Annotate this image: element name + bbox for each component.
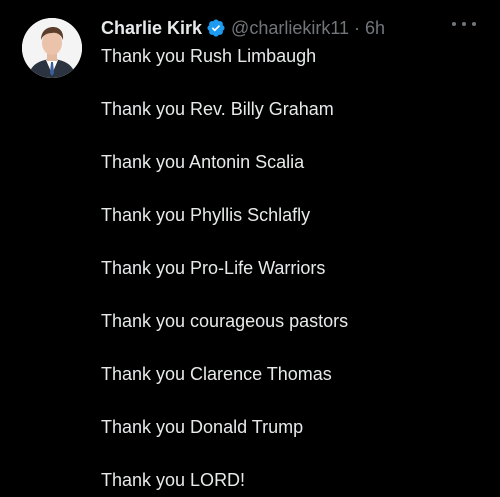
tweet[interactable]: Charlie Kirk @charliekirk11 · 6h Thank y… xyxy=(0,0,500,497)
more-dot xyxy=(462,22,466,26)
separator-dot: · xyxy=(354,17,361,38)
tweet-header: Charlie Kirk @charliekirk11 · 6h xyxy=(101,16,385,40)
tweet-line: Thank you Antonin Scalia xyxy=(101,152,305,172)
tweet-line: Thank you Pro-Life Warriors xyxy=(101,258,326,278)
timestamp[interactable]: 6h xyxy=(365,18,385,39)
more-dot xyxy=(472,22,476,26)
tweet-line: Thank you courageous pastors xyxy=(101,311,349,331)
tweet-line: Thank you Rev. Billy Graham xyxy=(101,99,334,119)
more-dot xyxy=(452,22,456,26)
more-options-icon[interactable] xyxy=(452,14,476,34)
tweet-line: Thank you Phyllis Schlafly xyxy=(101,205,311,225)
avatar-image xyxy=(22,18,82,78)
tweet-line: Thank you Donald Trump xyxy=(101,417,304,437)
tweet-line: Thank you Rush Limbaugh xyxy=(101,46,317,66)
avatar[interactable] xyxy=(22,18,82,78)
tweet-line: Thank you Clarence Thomas xyxy=(101,364,332,384)
handle[interactable]: @charliekirk11 xyxy=(231,18,349,39)
display-name[interactable]: Charlie Kirk xyxy=(101,18,202,39)
verified-badge-icon xyxy=(206,18,226,38)
tweet-line: Thank you LORD! xyxy=(101,470,246,490)
